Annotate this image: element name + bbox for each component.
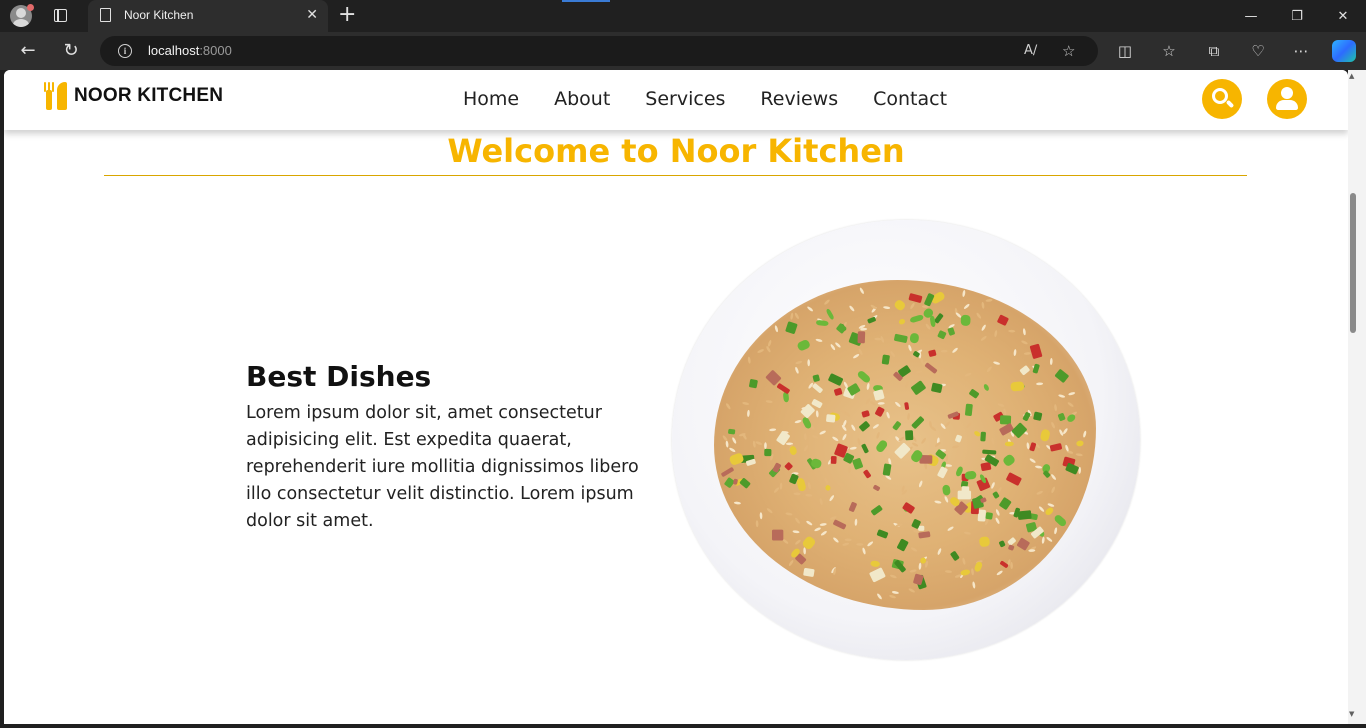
browser-essentials-icon[interactable]: ♡ bbox=[1247, 41, 1269, 61]
nav-services[interactable]: Services bbox=[645, 87, 725, 111]
search-button[interactable] bbox=[1202, 79, 1242, 119]
restore-button[interactable]: ❐ bbox=[1274, 0, 1320, 32]
section-title: Best Dishes bbox=[246, 360, 432, 393]
read-aloud-icon[interactable]: A∕ bbox=[1024, 42, 1037, 60]
section-description: Lorem ipsum dolor sit, amet consectetur … bbox=[246, 403, 639, 531]
split-screen-icon[interactable]: ◫ bbox=[1114, 41, 1136, 61]
url-port: :8000 bbox=[199, 43, 232, 58]
page-scrollbar[interactable]: ▲ ▼ bbox=[1348, 70, 1366, 724]
profile-notification-dot bbox=[27, 4, 34, 11]
nav-about[interactable]: About bbox=[554, 87, 610, 111]
fried-rice-dish-image bbox=[672, 220, 1140, 660]
refresh-icon[interactable]: ↻ bbox=[59, 39, 83, 63]
scroll-down-icon[interactable]: ▼ bbox=[1349, 710, 1354, 718]
copilot-icon[interactable] bbox=[1332, 40, 1356, 62]
window-accent bbox=[562, 0, 610, 2]
close-window-button[interactable]: ✕ bbox=[1320, 0, 1366, 32]
scrollbar-thumb[interactable] bbox=[1350, 193, 1356, 333]
tab-title: Noor Kitchen bbox=[124, 8, 194, 22]
browser-toolbar: ← ↻ i localhost:8000 A∕ ☆ ◫ ☆ ⧉ ♡ ⋯ bbox=[0, 32, 1366, 70]
url-host: localhost bbox=[148, 43, 200, 58]
site-info-icon[interactable]: i bbox=[118, 44, 132, 58]
minimize-button[interactable]: — bbox=[1228, 0, 1274, 32]
more-icon[interactable]: ⋯ bbox=[1290, 41, 1312, 61]
utensils-icon bbox=[44, 82, 68, 110]
url-text[interactable]: localhost:8000 bbox=[148, 43, 232, 58]
back-icon[interactable]: ← bbox=[16, 39, 40, 63]
new-tab-button[interactable]: + bbox=[338, 3, 356, 27]
collections-icon[interactable]: ⧉ bbox=[1203, 41, 1225, 61]
main-nav: Home About Services Reviews Contact bbox=[463, 87, 982, 111]
welcome-heading: Welcome to Noor Kitchen bbox=[447, 132, 905, 170]
favorite-star-icon[interactable]: ☆ bbox=[1062, 42, 1075, 60]
heading-divider bbox=[104, 175, 1247, 176]
page-viewport: NOOR KITCHEN Home About Services Reviews… bbox=[4, 70, 1348, 724]
nav-home[interactable]: Home bbox=[463, 87, 519, 111]
browser-tab[interactable]: Noor Kitchen ✕ bbox=[88, 0, 328, 32]
tab-actions-icon[interactable] bbox=[54, 9, 67, 22]
scroll-up-icon[interactable]: ▲ bbox=[1349, 72, 1354, 80]
user-account-button[interactable] bbox=[1267, 79, 1307, 119]
user-icon bbox=[1281, 87, 1293, 99]
site-header: NOOR KITCHEN Home About Services Reviews… bbox=[4, 70, 1348, 130]
nav-reviews[interactable]: Reviews bbox=[760, 87, 838, 111]
page-icon bbox=[100, 8, 111, 22]
favorites-icon[interactable]: ☆ bbox=[1158, 41, 1180, 61]
brand-name: NOOR KITCHEN bbox=[74, 85, 224, 106]
nav-contact[interactable]: Contact bbox=[873, 87, 947, 111]
brand-logo[interactable]: NOOR KITCHEN bbox=[44, 82, 223, 110]
tab-close-icon[interactable]: ✕ bbox=[306, 7, 318, 23]
browser-tab-strip: Noor Kitchen ✕ + — ❐ ✕ bbox=[0, 0, 1366, 32]
address-bar[interactable]: i localhost:8000 A∕ ☆ bbox=[100, 36, 1098, 66]
window-controls: — ❐ ✕ bbox=[1228, 0, 1366, 32]
